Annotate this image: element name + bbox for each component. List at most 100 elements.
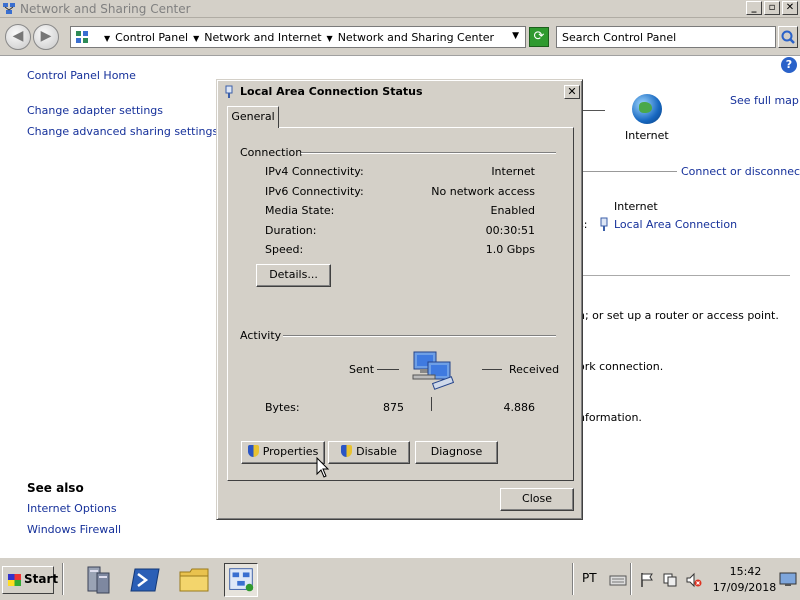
minimize-button[interactable]: _ [746, 1, 762, 15]
help-icon[interactable]: ? [781, 57, 797, 73]
control-panel-icon [76, 31, 88, 43]
ipv6-connectivity-label: IPv6 Connectivity: [265, 185, 364, 198]
internet-map-label: Internet [625, 129, 669, 142]
duration-value: 00:30:51 [485, 224, 535, 237]
breadcrumb-network-sharing-center[interactable]: Network and Sharing Center [338, 31, 494, 44]
general-tab-panel: Connection IPv4 Connectivity: Internet I… [227, 127, 574, 481]
uac-shield-icon [247, 445, 259, 457]
network-connection-icon [225, 85, 233, 98]
change-advanced-sharing-link[interactable]: Change advanced sharing settings [27, 125, 218, 138]
duration-label: Duration: [265, 224, 317, 237]
close-button[interactable]: Close [500, 488, 574, 511]
refresh-icon: ⟳ [533, 29, 545, 44]
keyboard-icon[interactable] [609, 572, 627, 588]
network-map-line [583, 110, 605, 111]
windows-firewall-link[interactable]: Windows Firewall [27, 523, 121, 536]
action-center-flag-icon[interactable] [639, 572, 655, 588]
window-title: Network and Sharing Center [20, 2, 191, 16]
window-titlebar: Network and Sharing Center _ ▫ ✕ [0, 0, 800, 18]
sent-line [377, 369, 399, 370]
clock-date[interactable]: 17/09/2018 [712, 581, 777, 594]
ipv4-connectivity-label: IPv4 Connectivity: [265, 165, 364, 178]
local-area-connection-link[interactable]: Local Area Connection [614, 218, 737, 231]
speed-value: 1.0 Gbps [485, 243, 535, 256]
bytes-received-value: 4.886 [503, 401, 536, 414]
media-state-value: Enabled [490, 204, 535, 217]
address-dropdown-icon[interactable]: ▼ [512, 31, 519, 41]
section-divider [583, 171, 677, 172]
uac-shield-icon [341, 445, 353, 457]
taskbar-separator [62, 563, 64, 595]
search-button[interactable] [778, 26, 798, 48]
activity-section-title: Activity [240, 329, 282, 342]
diagnose-button[interactable]: Diagnose [415, 441, 498, 464]
received-label: Received [509, 363, 560, 376]
dialog-titlebar: Local Area Connection Status ✕ [220, 83, 580, 101]
connection-section-title: Connection [240, 146, 303, 159]
control-panel-home-link[interactable]: Control Panel Home [27, 69, 136, 82]
bytes-divider [431, 397, 432, 411]
taskbar: Start PT 15:42 17/09/2018 [0, 557, 800, 600]
chevron-down-icon[interactable]: ▼ [104, 34, 110, 43]
powershell-icon[interactable] [129, 563, 163, 597]
dialog-close-button[interactable]: ✕ [564, 85, 580, 99]
breadcrumb-control-panel[interactable]: Control Panel [115, 31, 188, 44]
received-line [482, 369, 502, 370]
connect-or-disconnect-link[interactable]: Connect or disconnect [681, 165, 800, 178]
network-tray-icon[interactable] [662, 572, 678, 588]
network-computers-icon [412, 351, 455, 390]
close-window-button[interactable]: ✕ [782, 1, 798, 15]
chevron-down-icon[interactable]: ▼ [193, 34, 199, 43]
taskbar-separator [630, 563, 632, 595]
tab-general[interactable]: General [227, 106, 279, 128]
show-desktop-icon[interactable] [779, 571, 797, 587]
properties-button[interactable]: Properties [241, 441, 325, 464]
volume-muted-icon[interactable] [686, 572, 702, 588]
windows-logo-icon [8, 574, 21, 586]
clock-time[interactable]: 15:42 [718, 565, 773, 578]
language-indicator[interactable]: PT [582, 571, 597, 585]
forward-button[interactable]: ▶ [33, 24, 59, 50]
information-text: nformation. [578, 411, 642, 424]
local-area-connection-status-dialog: Local Area Connection Status ✕ General C… [216, 79, 583, 520]
start-label: Start [24, 572, 59, 586]
file-explorer-icon[interactable] [177, 563, 211, 597]
address-toolbar: ◀ ▶ ▼ Control Panel ▼ Network and Internet ▼… [0, 18, 800, 56]
properties-button-label: Properties [262, 445, 319, 458]
back-button[interactable]: ◀ [5, 24, 31, 50]
search-input[interactable]: Search Control Panel [556, 26, 776, 48]
mouse-cursor-icon [316, 457, 330, 478]
media-state-label: Media State: [265, 204, 335, 217]
section-divider [583, 275, 790, 276]
see-also-heading: See also [27, 481, 84, 495]
chevron-down-icon[interactable]: ▼ [327, 34, 333, 43]
disable-button[interactable]: Disable [328, 441, 410, 464]
details-button[interactable]: Details... [256, 264, 331, 287]
breadcrumb-network-and-internet[interactable]: Network and Internet [204, 31, 321, 44]
breadcrumb: ▼ Control Panel ▼ Network and Internet ▼ Netw… [99, 31, 494, 44]
change-adapter-settings-link[interactable]: Change adapter settings [27, 104, 163, 117]
setup-router-text: n; or set up a router or access point. [578, 309, 779, 322]
start-button[interactable]: Start [2, 566, 58, 594]
forward-arrow-icon: ▶ [40, 28, 52, 44]
internet-options-link[interactable]: Internet Options [27, 502, 117, 515]
connection-divider [301, 152, 556, 154]
see-full-map-link[interactable]: See full map [730, 94, 799, 107]
bytes-label: Bytes: [265, 401, 300, 414]
refresh-button[interactable]: ⟳ [529, 27, 549, 47]
disable-button-label: Disable [356, 445, 397, 458]
maximize-button[interactable]: ▫ [764, 1, 780, 15]
dialog-title: Local Area Connection Status [240, 85, 423, 98]
activity-divider [283, 335, 556, 337]
sent-label: Sent [349, 363, 375, 376]
network-connection-icon [600, 217, 608, 231]
address-field[interactable]: ▼ Control Panel ▼ Network and Internet ▼ Netw… [70, 26, 526, 48]
network-center-icon [3, 3, 15, 14]
back-arrow-icon: ◀ [12, 28, 24, 44]
ipv6-connectivity-value: No network access [431, 185, 535, 198]
speed-label: Speed: [265, 243, 304, 256]
search-icon [781, 30, 795, 44]
server-manager-icon[interactable] [81, 563, 115, 597]
network-center-taskbar-icon[interactable] [224, 563, 258, 597]
access-type-value: Internet [614, 200, 658, 213]
